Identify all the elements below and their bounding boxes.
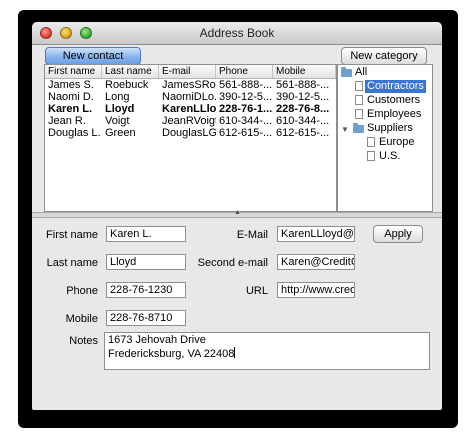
cell-mobile: 390-12-5... (276, 91, 330, 103)
cell-phone: 610-344-... (219, 115, 273, 127)
tree-label: Contractors (365, 80, 426, 93)
tree-node-suppliers[interactable]: ▼ Suppliers (338, 122, 432, 135)
last-name-label: Last name (46, 257, 98, 269)
folder-icon (341, 67, 352, 77)
column-header-mobile[interactable]: Mobile (273, 65, 336, 78)
email-label: E-Mail (236, 229, 268, 241)
column-header-phone[interactable]: Phone (216, 65, 273, 78)
notes-line-with-cursor: Fredericksburg, VA 22408 (108, 347, 426, 361)
cell-email: DouglasLG... (162, 127, 216, 139)
cell-first-name: James S. (48, 79, 94, 91)
cell-last-name: Voigt (105, 115, 130, 127)
tree-node-contractors[interactable]: Contractors (338, 80, 432, 93)
cell-last-name: Lloyd (105, 103, 135, 115)
second-email-label: Second e-mail (197, 257, 268, 269)
cell-first-name: Karen L. (48, 103, 93, 115)
phone-field[interactable]: 228-76-1230 (106, 282, 186, 298)
url-label: URL (245, 285, 268, 297)
apply-button[interactable]: Apply (373, 225, 423, 243)
cell-phone: 390-12-5... (219, 91, 273, 103)
cell-last-name: Long (105, 91, 130, 103)
cell-email: JeanRVoigt... (162, 115, 216, 127)
table-row[interactable]: Jean R. Voigt JeanRVoigt... 610-344-... … (45, 115, 336, 127)
contact-form: First name Karen L. Last name Lloyd Phon… (32, 218, 442, 410)
title-bar[interactable]: Address Book (32, 22, 442, 45)
split-grip-icon: ▲ (234, 209, 241, 216)
mobile-label: Mobile (65, 313, 98, 325)
mobile-field[interactable]: 228-76-8710 (106, 310, 186, 326)
cell-phone: 612-615-... (219, 127, 273, 139)
table-header: First name Last name E-mail Phone Mobile (45, 65, 336, 79)
notes-textarea[interactable]: 1673 Jehovah Drive Fredericksburg, VA 22… (104, 332, 430, 370)
column-header-first-name[interactable]: First name (45, 65, 102, 78)
email-field[interactable]: KarenLLloyd@ex (277, 226, 355, 242)
tree-node-us[interactable]: U.S. (338, 150, 432, 163)
tree-node-all[interactable]: All (338, 66, 432, 79)
notes-line: Fredericksburg, VA 22408 (108, 348, 235, 360)
cell-first-name: Naomi D. (48, 91, 94, 103)
document-icon (367, 151, 375, 161)
cell-mobile: 612-615-... (276, 127, 330, 139)
document-icon (355, 95, 363, 105)
tree-label: U.S. (379, 150, 401, 162)
category-tree[interactable]: All Contractors Customers Employees ▼ Su… (337, 64, 433, 212)
notes-line: 1673 Jehovah Drive (108, 334, 206, 346)
notes-label: Notes (69, 335, 98, 347)
last-name-field[interactable]: Lloyd (106, 254, 186, 270)
column-header-last-name[interactable]: Last name (102, 65, 159, 78)
tree-label: All (355, 66, 368, 78)
table-row-selected[interactable]: Karen L. Lloyd KarenLLlo... 228-76-1... … (45, 103, 336, 115)
folder-icon (353, 123, 364, 133)
document-icon (355, 81, 363, 91)
cell-mobile: 561-888-... (276, 79, 330, 91)
tree-node-customers[interactable]: Customers (338, 94, 432, 107)
cell-last-name: Roebuck (105, 79, 149, 91)
tree-label: Employees (367, 108, 422, 120)
table-row[interactable]: Douglas L. Green DouglasLG... 612-615-..… (45, 127, 336, 139)
cell-mobile: 228-76-8... (276, 103, 330, 115)
cell-email: KarenLLlo... (162, 103, 216, 115)
cell-email: JamesSRoe... (162, 79, 216, 91)
phone-label: Phone (66, 285, 98, 297)
first-name-field[interactable]: Karen L. (106, 226, 186, 242)
text-cursor (234, 347, 236, 358)
url-field[interactable]: http://www.cred (277, 282, 355, 298)
window-title: Address Book (199, 26, 275, 40)
cell-first-name: Jean R. (48, 115, 86, 127)
tree-node-europe[interactable]: Europe (338, 136, 432, 149)
new-category-button[interactable]: New category (341, 47, 427, 65)
contacts-table[interactable]: First name Last name E-mail Phone Mobile… (44, 64, 337, 212)
tree-node-employees[interactable]: Employees (338, 108, 432, 121)
tree-label: Customers (367, 94, 421, 106)
cell-mobile: 610-344-... (276, 115, 330, 127)
first-name-label: First name (46, 229, 98, 241)
table-row[interactable]: Naomi D. Long NaomiDLo... 390-12-5... 39… (45, 91, 336, 103)
table-row[interactable]: James S. Roebuck JamesSRoe... 561-888-..… (45, 79, 336, 91)
cell-email: NaomiDLo... (162, 91, 216, 103)
second-email-field[interactable]: Karen@CreditCa (277, 254, 355, 270)
cell-last-name: Green (105, 127, 136, 139)
address-book-window: Address Book New contact New category Fi… (32, 22, 442, 410)
document-icon (367, 137, 375, 147)
cell-first-name: Douglas L. (48, 127, 101, 139)
tree-label: Suppliers (367, 122, 413, 134)
column-header-email[interactable]: E-mail (159, 65, 216, 78)
document-icon (355, 109, 363, 119)
cell-phone: 561-888-... (219, 79, 273, 91)
tree-label: Europe (379, 136, 415, 148)
new-contact-button[interactable]: New contact (45, 47, 141, 65)
cell-phone: 228-76-1... (219, 103, 273, 115)
disclosure-triangle-icon[interactable]: ▼ (341, 123, 349, 136)
